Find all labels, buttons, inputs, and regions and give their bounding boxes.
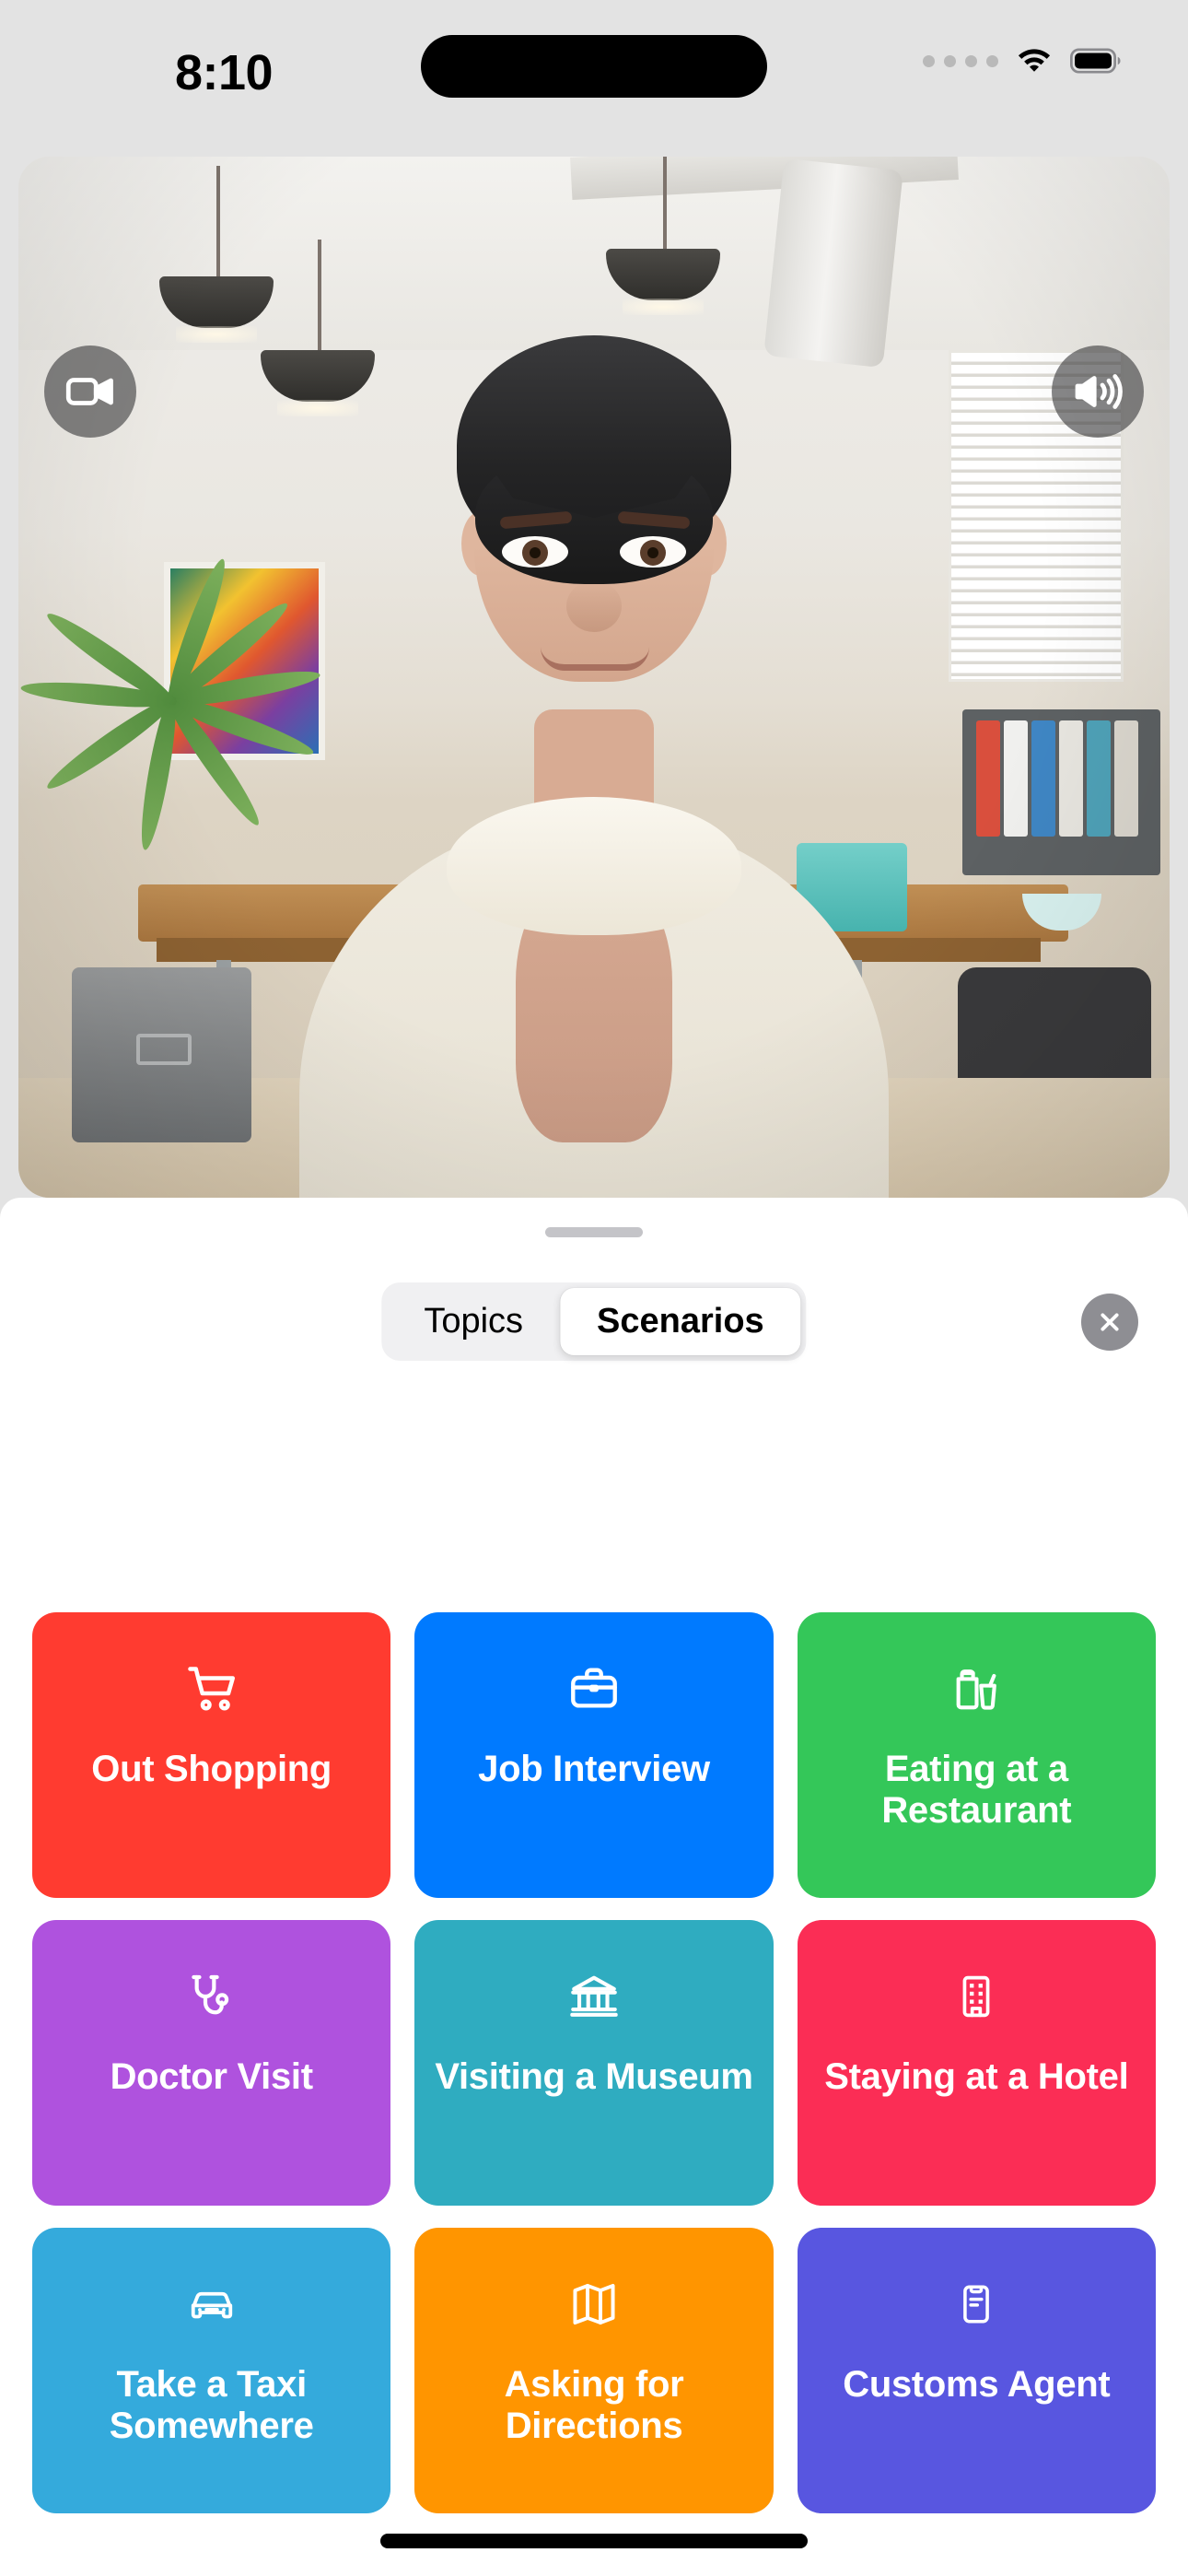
sheet-drag-handle[interactable] xyxy=(545,1227,643,1237)
status-indicators xyxy=(923,46,1122,76)
segmented-control[interactable]: Topics Scenarios xyxy=(381,1282,807,1361)
briefcase-icon xyxy=(565,1660,623,1717)
sheet-header: Topics Scenarios xyxy=(0,1282,1188,1393)
battery-icon xyxy=(1070,48,1121,74)
scenario-card-customs-agent[interactable]: Customs Agent xyxy=(797,2228,1156,2513)
status-time: 8:10 xyxy=(174,45,274,100)
speaker-toggle-button[interactable] xyxy=(1052,345,1144,438)
avatar-video-view[interactable] xyxy=(18,157,1170,1198)
scenario-label: Eating at a Restaurant xyxy=(881,1749,1072,1831)
bottom-sheet: Topics Scenarios Out Shopping Job Interv… xyxy=(0,1198,1188,2576)
cellular-dots-icon xyxy=(923,54,998,67)
museum-building-icon xyxy=(565,1968,623,2025)
stethoscope-icon xyxy=(183,1968,240,2025)
scenario-label: Customs Agent xyxy=(843,2364,1111,2405)
speaker-wave-icon xyxy=(1075,374,1123,409)
car-icon xyxy=(183,2276,240,2333)
close-button[interactable] xyxy=(1081,1294,1138,1351)
shopping-cart-icon xyxy=(183,1660,240,1717)
scenario-card-out-shopping[interactable]: Out Shopping xyxy=(32,1612,391,1898)
scenario-label: Visiting a Museum xyxy=(435,2056,753,2097)
tab-topics[interactable]: Topics xyxy=(387,1288,560,1355)
hotel-building-icon xyxy=(948,1968,1005,2025)
status-bar: 8:10 xyxy=(0,0,1188,157)
video-camera-icon xyxy=(65,378,113,405)
scenario-card-job-interview[interactable]: Job Interview xyxy=(414,1612,774,1898)
phone-screen: 8:10 Topics Scenarios Out Shopping Job I… xyxy=(0,0,1188,2576)
video-toggle-button[interactable] xyxy=(44,345,136,438)
home-indicator xyxy=(380,2534,808,2548)
tab-scenarios[interactable]: Scenarios xyxy=(560,1288,801,1355)
scenario-label: Asking for Directions xyxy=(504,2364,684,2446)
close-icon xyxy=(1101,1313,1119,1331)
wifi-icon xyxy=(1018,49,1051,72)
scenario-card-visiting-a-museum[interactable]: Visiting a Museum xyxy=(414,1920,774,2206)
takeout-bag-drink-icon xyxy=(948,1660,1005,1717)
scenario-label: Staying at a Hotel xyxy=(824,2056,1129,2097)
scenario-label: Take a Taxi Somewhere xyxy=(109,2364,314,2446)
scenario-card-take-a-taxi-somewhere[interactable]: Take a Taxi Somewhere xyxy=(32,2228,391,2513)
scenario-card-eating-at-a-restaurant[interactable]: Eating at a Restaurant xyxy=(797,1612,1156,1898)
scenario-card-asking-for-directions[interactable]: Asking for Directions xyxy=(414,2228,774,2513)
scenario-label: Out Shopping xyxy=(91,1749,332,1789)
scenario-grid: Out Shopping Job Interview Eating at a R… xyxy=(32,1612,1156,2513)
office-scene xyxy=(18,157,1170,1198)
scenario-card-doctor-visit[interactable]: Doctor Visit xyxy=(32,1920,391,2206)
clipboard-icon xyxy=(948,2276,1005,2333)
map-icon xyxy=(565,2276,623,2333)
dynamic-island xyxy=(421,35,767,98)
scenario-label: Doctor Visit xyxy=(110,2056,313,2097)
scenario-card-staying-at-a-hotel[interactable]: Staying at a Hotel xyxy=(797,1920,1156,2206)
scenario-label: Job Interview xyxy=(478,1749,710,1789)
